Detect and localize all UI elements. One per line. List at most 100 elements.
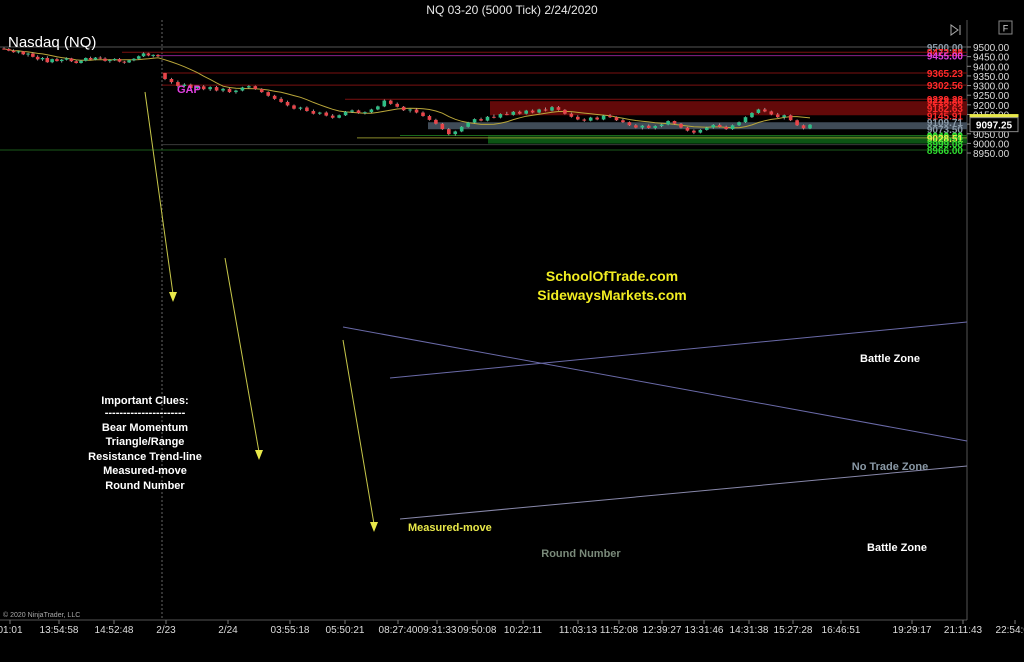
bear-candle <box>724 126 728 130</box>
bull-candle <box>537 109 541 113</box>
no-trade-zone-label: No Trade Zone <box>852 461 928 473</box>
bull-candle <box>50 59 54 63</box>
y-tick-label: 8950.00 <box>973 149 1010 160</box>
bull-candle <box>653 126 657 128</box>
bear-candle <box>201 86 206 90</box>
battle-zone-top-label: Battle Zone <box>860 353 920 365</box>
y-axis[interactable]: 9500.009450.009400.009350.009300.009250.… <box>967 43 1010 160</box>
bear-candle <box>621 120 625 123</box>
bear-candle <box>769 111 774 115</box>
bull-candle <box>40 57 45 60</box>
x-tick-label: 11:52:08 <box>600 625 639 636</box>
bull-candle <box>737 122 741 126</box>
bear-candle <box>517 111 522 114</box>
bear-candle <box>156 54 160 57</box>
level-label: 9455.00 <box>927 52 964 63</box>
bull-candle <box>750 112 754 118</box>
bull-candle <box>79 60 83 64</box>
bull-candle <box>659 124 664 127</box>
bear-candle <box>556 107 561 110</box>
gap-label: GAP <box>177 84 201 96</box>
bear-candle <box>672 121 677 124</box>
bear-candle <box>88 57 93 60</box>
price-chart[interactable]: 9500.009450.009400.009350.009300.009250.… <box>0 0 1024 662</box>
bear-candle <box>259 89 264 93</box>
website-label-1: SchoolOfTrade.com <box>546 268 678 284</box>
bull-candle <box>141 53 146 57</box>
clue-item: Bear Momentum <box>102 422 188 434</box>
measured-move-label: Measured-move <box>408 522 492 534</box>
bear-candle <box>447 129 451 135</box>
x-tick-label: 12:39:27 <box>643 625 682 636</box>
bull-candle <box>136 56 141 59</box>
level-label: 9302.56 <box>927 81 964 92</box>
bull-candle <box>453 131 458 135</box>
bear-candle <box>117 58 122 62</box>
website-label-2: SidewaysMarkets.com <box>537 287 686 303</box>
bull-candle <box>132 58 136 61</box>
bull-candle <box>64 58 69 60</box>
battle-zone-bottom-label: Battle Zone <box>867 542 927 554</box>
bear-candle <box>21 51 26 55</box>
bear-candle <box>434 119 438 124</box>
bull-candle <box>343 111 348 116</box>
bear-candle <box>634 125 638 128</box>
bear-candle <box>169 79 174 83</box>
bear-candle <box>788 115 793 121</box>
bull-candle <box>711 124 716 128</box>
x-tick-label: 11:03:13 <box>559 625 598 636</box>
bull-candle <box>743 117 748 123</box>
bear-candle <box>31 53 35 57</box>
bear-candle <box>266 92 270 96</box>
clue-item: Round Number <box>105 480 185 492</box>
round-number-label: Round Number <box>541 548 621 560</box>
bull-candle <box>588 117 593 121</box>
x-tick-label: 14:52:48 <box>95 625 134 636</box>
bear-candle <box>595 117 599 120</box>
bull-candle <box>84 57 88 61</box>
bear-candle <box>330 115 335 118</box>
x-tick-label: 14:31:38 <box>730 625 769 636</box>
x-tick-label: 09:50:08 <box>458 625 497 636</box>
bull-candle <box>382 100 387 107</box>
bear-candle <box>227 88 232 93</box>
x-tick-label: 21:11:43 <box>944 625 983 636</box>
f-button[interactable]: F <box>998 20 1013 35</box>
bull-candle <box>16 51 21 53</box>
bull-candle <box>363 112 367 114</box>
bull-candle <box>151 54 155 56</box>
x-tick-label: 15:27:28 <box>774 625 813 636</box>
chart-window: NQ 03-20 (5000 Tick) 2/24/2020 9500.00 94… <box>0 0 1024 662</box>
bear-candle <box>569 113 574 117</box>
bull-candle <box>524 110 528 114</box>
bear-candle <box>479 119 483 121</box>
bear-candle <box>214 87 219 91</box>
bull-candle <box>640 125 645 128</box>
bear-candle <box>388 100 393 104</box>
x-tick-label: 08:27:40 <box>379 625 418 636</box>
bull-candle <box>782 115 786 118</box>
bear-candle <box>285 101 290 106</box>
bear-candle <box>505 114 509 116</box>
bear-candle <box>646 125 651 128</box>
x-tick-label: 03:55:18 <box>271 625 310 636</box>
bull-candle <box>208 87 212 90</box>
bear-candle <box>801 125 806 129</box>
bull-candle <box>730 125 735 130</box>
level-label: 9365.23 <box>927 69 964 80</box>
bull-candle <box>472 119 477 123</box>
level-label: 8966.00 <box>927 146 964 157</box>
bull-candle <box>26 53 30 55</box>
bull-candle <box>112 58 117 61</box>
bull-candle <box>408 109 412 111</box>
bull-candle <box>698 129 703 133</box>
bull-candle <box>459 126 464 132</box>
bull-candle <box>666 121 670 125</box>
x-axis[interactable]: 01:01 13:54:58 14:52:48 2/23 2/24 03:55:18 05:… <box>0 620 1024 636</box>
x-tick-label: 22:54:09 <box>996 625 1024 636</box>
bear-candle <box>163 73 167 80</box>
chart-title: Nasdaq (NQ) <box>8 34 96 51</box>
bear-candle <box>272 95 277 99</box>
bear-candle <box>530 110 535 113</box>
bear-candle <box>395 103 399 107</box>
